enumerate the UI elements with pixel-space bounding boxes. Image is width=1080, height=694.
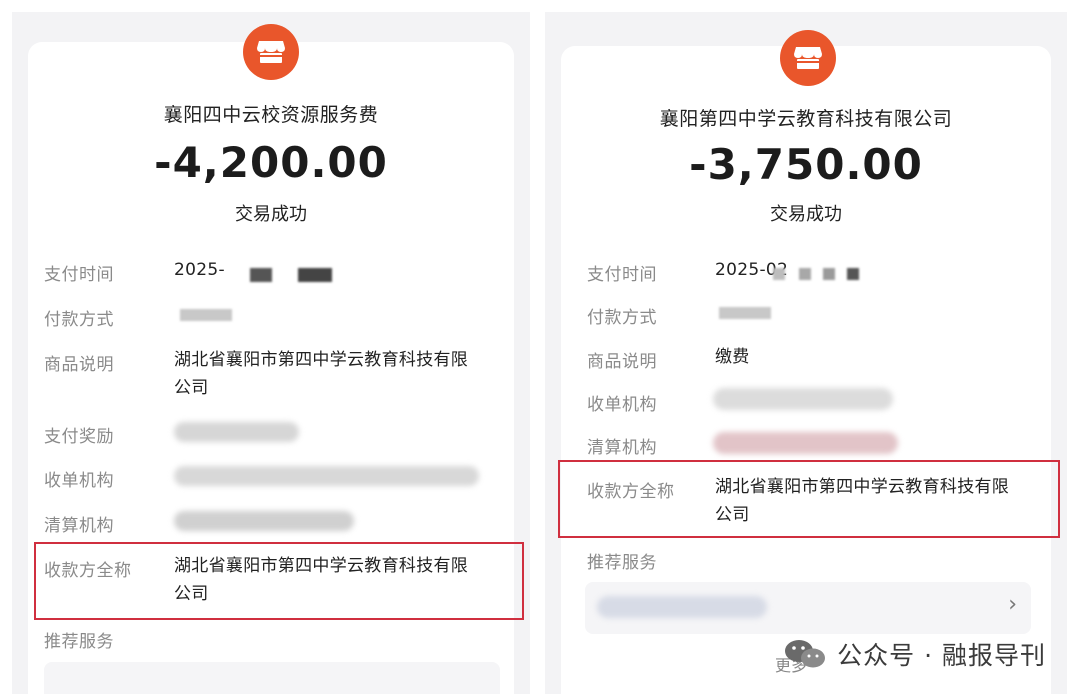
merchant-name: 襄阳四中云校资源服务费 <box>163 104 379 126</box>
value-payee-name-line1: 湖北省襄阳市第四中学云教育科技有限 <box>174 556 469 576</box>
recommended-service-card[interactable]: › <box>585 582 1031 634</box>
value-payee-name-line2: 公司 <box>174 584 209 604</box>
recommended-service-card[interactable] <box>44 662 500 694</box>
value-payee-name-line1: 湖北省襄阳市第四中学云教育科技有限 <box>715 477 1010 497</box>
transaction-amount: -3,750.00 <box>689 140 923 189</box>
redacted-time-3 <box>823 268 835 280</box>
label-clearing: 清算机构 <box>587 438 657 458</box>
value-pay-time: 2025- <box>174 260 225 280</box>
label-acquirer: 收单机构 <box>44 471 114 491</box>
merchant-name: 襄阳第四中学云教育科技有限公司 <box>659 108 953 130</box>
redacted-time-2 <box>298 268 332 282</box>
redacted-pay-method <box>180 309 232 321</box>
label-product-desc: 商品说明 <box>587 352 657 372</box>
label-pay-method: 付款方式 <box>587 308 657 328</box>
redacted-pay-reward <box>174 422 299 442</box>
shop-icon <box>780 30 836 86</box>
value-product-desc-line1: 湖北省襄阳市第四中学云教育科技有限 <box>174 350 469 370</box>
value-product-desc: 湖北省襄阳市第四中学云教育科技有限 公司 <box>174 346 468 402</box>
redacted-time-1 <box>250 268 272 282</box>
shop-icon <box>243 24 299 80</box>
redacted-clearing <box>174 511 354 531</box>
redacted-time-1 <box>773 268 785 280</box>
redacted-time-2 <box>799 268 811 280</box>
transaction-status: 交易成功 <box>235 204 307 225</box>
right-receipt-panel: 襄阳第四中学云教育科技有限公司 -3,750.00 交易成功 支付时间 2025… <box>545 12 1067 694</box>
label-pay-time: 支付时间 <box>587 265 657 285</box>
label-clearing: 清算机构 <box>44 516 114 536</box>
label-acquirer: 收单机构 <box>587 395 657 415</box>
transaction-amount: -4,200.00 <box>154 138 388 187</box>
redacted-pay-method <box>719 307 771 319</box>
label-payee-name: 收款方全称 <box>44 561 132 581</box>
value-product-desc-line2: 公司 <box>174 378 209 398</box>
label-pay-reward: 支付奖励 <box>44 427 114 447</box>
redacted-time-4 <box>847 268 859 280</box>
value-payee-name: 湖北省襄阳市第四中学云教育科技有限 公司 <box>174 552 468 608</box>
left-receipt-panel: 襄阳四中云校资源服务费 -4,200.00 交易成功 支付时间 2025- 付款… <box>12 12 530 694</box>
value-product-desc: 缴费 <box>715 347 750 367</box>
label-product-desc: 商品说明 <box>44 355 114 375</box>
label-recommended: 推荐服务 <box>44 632 114 652</box>
chevron-right-icon: › <box>1008 592 1017 617</box>
watermark: 公众号 · 融报导刊 <box>783 636 1046 672</box>
label-pay-method: 付款方式 <box>44 310 114 330</box>
label-pay-time: 支付时间 <box>44 265 114 285</box>
watermark-text: 公众号 · 融报导刊 <box>837 641 1046 670</box>
redacted-service <box>597 596 767 618</box>
redacted-clearing <box>713 432 898 454</box>
label-payee-name: 收款方全称 <box>587 482 675 502</box>
redacted-acquirer <box>174 466 479 486</box>
value-payee-name-line2: 公司 <box>715 505 750 525</box>
transaction-status: 交易成功 <box>770 204 842 225</box>
wechat-icon <box>783 637 827 671</box>
label-recommended: 推荐服务 <box>587 553 657 573</box>
redacted-acquirer <box>713 388 893 410</box>
value-payee-name: 湖北省襄阳市第四中学云教育科技有限 公司 <box>715 473 1009 529</box>
